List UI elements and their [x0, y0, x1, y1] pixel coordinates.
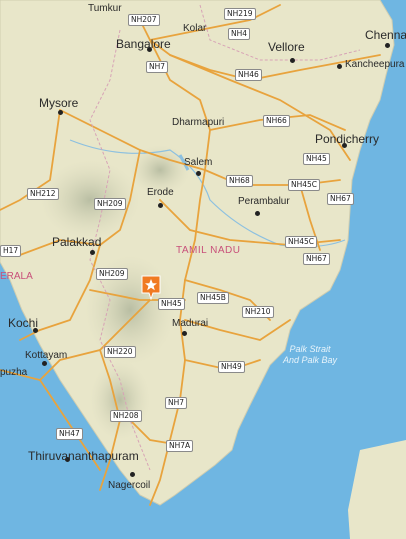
city-dot-perambalur	[255, 211, 260, 216]
city-dot-nagercoil	[130, 472, 135, 477]
hills	[90, 360, 150, 440]
sea-label-line: And Palk Bay	[283, 355, 338, 365]
highway-shield: NH67	[303, 253, 330, 265]
city-label-salem[interactable]: Salem	[184, 158, 212, 168]
city-label-nagercoil[interactable]: Nagercoil	[108, 481, 150, 491]
city-dot-erode	[158, 203, 163, 208]
city-label-perambalur[interactable]: Perambalur	[238, 197, 290, 207]
highway-shield: NH66	[263, 115, 290, 127]
highway-shield: NH212	[27, 188, 59, 200]
highway-shield: NH4	[228, 28, 251, 40]
map-view[interactable]: Tumkur Kolar Bangalore Vellore Chenna Ka…	[0, 0, 406, 539]
sea-label-palk-strait: Palk Strait And Palk Bay	[283, 344, 337, 366]
highway-shield: NH210	[242, 306, 274, 318]
city-dot-mysore	[58, 110, 63, 115]
city-label-thiruvananthapuram[interactable]: Thiruvananthapuram	[28, 450, 139, 462]
highway-shield: NH208	[110, 410, 142, 422]
highway-shield: NH207	[128, 14, 160, 26]
highway-shield: NH46	[235, 69, 262, 81]
city-label-chennai[interactable]: Chenna	[365, 29, 406, 41]
highway-shield: H17	[0, 245, 22, 257]
city-label-tumkur[interactable]: Tumkur	[88, 4, 122, 14]
highway-shield: NH7A	[166, 440, 194, 452]
sri-lanka-land	[348, 440, 406, 539]
city-dot-salem	[196, 171, 201, 176]
region-label-kerala: ERALA	[0, 271, 33, 282]
highway-shield: NH47	[56, 428, 83, 440]
highway-shield: NH45	[158, 298, 185, 310]
city-label-kolar[interactable]: Kolar	[183, 24, 206, 34]
highway-shield: NH49	[218, 361, 245, 373]
city-label-kancheepuram[interactable]: Kancheepura	[345, 60, 405, 70]
city-dot-madurai	[182, 331, 187, 336]
city-label-vellore[interactable]: Vellore	[268, 41, 305, 53]
city-label-kochi[interactable]: Kochi	[8, 317, 38, 329]
region-label-tamil-nadu: TAMIL NADU	[176, 245, 241, 256]
highway-shield: NH209	[96, 268, 128, 280]
city-label-erode[interactable]: Erode	[147, 188, 174, 198]
city-dot-kancheepuram	[337, 64, 342, 69]
city-label-alappuzha[interactable]: puzha	[0, 368, 27, 378]
city-label-kottayam[interactable]: Kottayam	[25, 351, 67, 361]
highway-shield: NH7	[165, 397, 188, 409]
highway-shield: NH68	[226, 175, 253, 187]
city-label-palakkad[interactable]: Palakkad	[52, 236, 101, 248]
sea-label-line: Palk Strait	[289, 344, 331, 354]
highway-shield: NH45C	[288, 179, 321, 191]
highway-shield: NH220	[104, 346, 136, 358]
star-pin-icon[interactable]	[140, 274, 162, 301]
highway-shield: NH209	[94, 198, 126, 210]
city-label-madurai[interactable]: Madurai	[172, 319, 208, 329]
city-label-mysore[interactable]: Mysore	[39, 97, 78, 109]
city-dot-vellore	[290, 58, 295, 63]
city-label-bangalore[interactable]: Bangalore	[116, 38, 171, 50]
highway-shield: NH219	[224, 8, 256, 20]
highway-shield: NH67	[327, 193, 354, 205]
highway-shield: NH7	[146, 61, 169, 73]
highway-shield: NH45B	[197, 292, 229, 304]
city-label-dharmapuri[interactable]: Dharmapuri	[172, 118, 224, 128]
highway-shield: NH45	[303, 153, 330, 165]
highway-shield: NH45C	[285, 236, 318, 248]
city-dot-chennai	[385, 43, 390, 48]
city-label-pondicherry[interactable]: Pondicherry	[315, 133, 379, 145]
city-dot-palakkad	[90, 250, 95, 255]
star-pin-graphic	[141, 275, 161, 301]
city-dot-kottayam	[42, 361, 47, 366]
